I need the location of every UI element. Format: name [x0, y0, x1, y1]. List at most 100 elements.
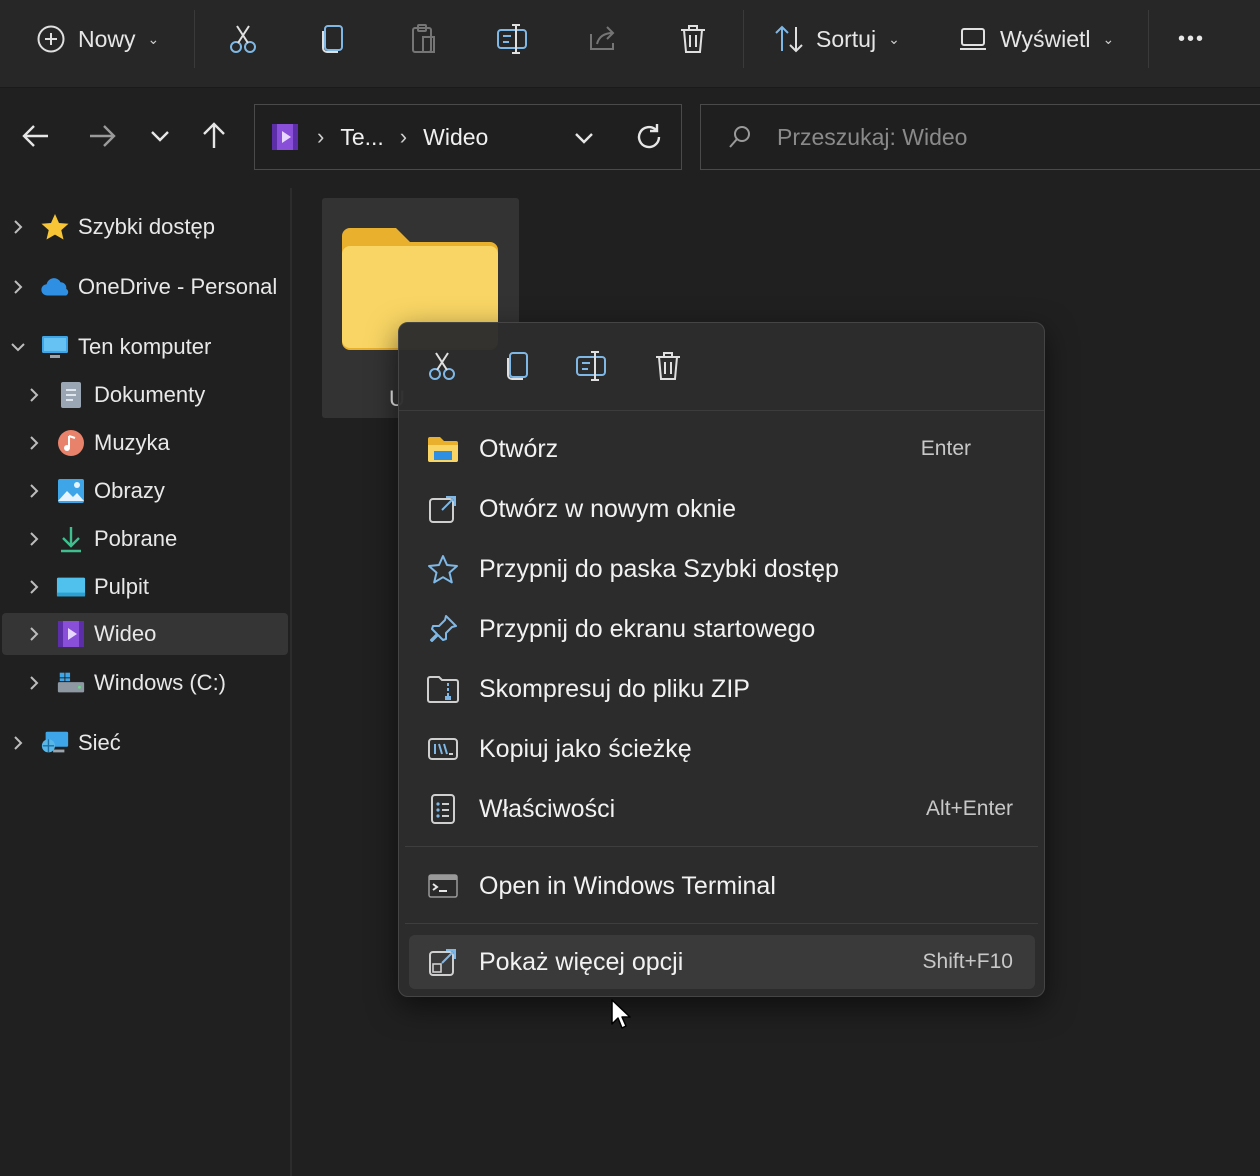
- rename-button[interactable]: [496, 14, 530, 64]
- sidebar-item-windows-c[interactable]: Windows (C:): [2, 662, 288, 704]
- star-outline-icon: [425, 551, 461, 587]
- sidebar-item-label: Pobrane: [94, 526, 178, 551]
- refresh-button[interactable]: [633, 121, 665, 153]
- context-delete-button[interactable]: [651, 349, 685, 383]
- refresh-icon: [637, 124, 661, 149]
- sidebar-item-label: Szybki dostęp: [78, 214, 215, 239]
- sidebar-item-label: Sieć: [78, 730, 121, 755]
- breadcrumb-separator: ›: [399, 124, 408, 149]
- menu-item-open-terminal[interactable]: Open in Windows Terminal: [409, 859, 1035, 913]
- search-box[interactable]: Przeszukaj: Wideo: [700, 104, 1260, 170]
- command-bar: Nowy ⌄ Sortuj ⌄ Wyświetl ⌄ •••: [0, 0, 1260, 88]
- menu-item-shortcut: Shift+F10: [922, 950, 1013, 973]
- chevron-down-icon: [575, 133, 593, 144]
- chevron-right-icon: [24, 433, 44, 453]
- menu-item-label: Skompresuj do pliku ZIP: [479, 674, 750, 703]
- menu-separator: [405, 923, 1038, 924]
- context-cut-button[interactable]: [425, 349, 459, 383]
- rename-icon: [576, 351, 606, 381]
- menu-item-open-new-window[interactable]: Otwórz w nowym oknie: [409, 482, 1035, 536]
- context-copy-button[interactable]: [501, 349, 535, 383]
- address-bar[interactable]: › Te... › Wideo: [254, 104, 682, 170]
- video-icon: [56, 619, 86, 649]
- sidebar-item-label: Pulpit: [94, 574, 150, 599]
- share-button[interactable]: [586, 14, 620, 64]
- sidebar-item-label: Ten komputer: [78, 334, 212, 359]
- search-icon: [727, 124, 753, 150]
- context-rename-button[interactable]: [575, 349, 609, 383]
- copy-path-icon: [425, 731, 461, 767]
- chevron-right-icon: [8, 277, 28, 297]
- sidebar-item-documents[interactable]: Dokumenty: [2, 374, 288, 416]
- sidebar-item-desktop[interactable]: Pulpit: [2, 566, 288, 608]
- sidebar-item-quick-access[interactable]: Szybki dostęp: [2, 206, 288, 248]
- chevron-down-icon: ⌄: [147, 30, 160, 47]
- desktop-icon: [56, 572, 86, 602]
- breadcrumb-item-this-pc[interactable]: Te...: [340, 124, 383, 151]
- chevron-down-icon: ⌄: [1102, 30, 1115, 47]
- pane-divider[interactable]: [290, 188, 292, 1176]
- menu-item-copy-path[interactable]: Kopiuj jako ścieżkę: [409, 722, 1035, 776]
- sidebar-item-label: Wideo: [94, 621, 157, 646]
- chevron-down-icon: [8, 337, 28, 357]
- sidebar-item-downloads[interactable]: Pobrane: [2, 518, 288, 560]
- network-icon: [40, 728, 70, 758]
- chevron-right-icon: [24, 481, 44, 501]
- menu-item-show-more-options[interactable]: Pokaż więcej opcji Shift+F10: [409, 935, 1035, 989]
- paste-button[interactable]: [406, 14, 440, 64]
- download-icon: [56, 524, 86, 554]
- menu-item-pin-start[interactable]: Przypnij do ekranu startowego: [409, 602, 1035, 656]
- view-button[interactable]: Wyświetl ⌄: [956, 14, 1114, 64]
- sidebar-item-pictures[interactable]: Obrazy: [2, 470, 288, 512]
- chevron-right-icon: [24, 577, 44, 597]
- zip-icon: [425, 671, 461, 707]
- pin-icon: [425, 611, 461, 647]
- menu-item-label: Otwórz w nowym oknie: [479, 494, 737, 523]
- chevron-down-icon: [151, 131, 169, 142]
- documents-icon: [56, 380, 86, 410]
- search-input[interactable]: Przeszukaj: Wideo: [777, 124, 967, 151]
- sort-button[interactable]: Sortuj ⌄: [772, 14, 900, 64]
- breadcrumb-item-wideo[interactable]: Wideo: [423, 124, 488, 151]
- scissors-icon: [429, 352, 455, 380]
- scissors-icon: [226, 22, 260, 56]
- plus-circle-icon: [34, 22, 68, 56]
- chevron-down-icon: ⌄: [888, 30, 900, 47]
- view-icon: [956, 22, 990, 56]
- menu-item-open[interactable]: Otwórz Enter: [409, 422, 1035, 476]
- video-folder-icon: [269, 121, 301, 153]
- arrow-up-icon: [203, 122, 225, 148]
- new-button[interactable]: Nowy ⌄: [34, 14, 159, 64]
- sidebar-item-label: Muzyka: [94, 430, 170, 455]
- new-label: Nowy: [78, 25, 136, 52]
- delete-button[interactable]: [676, 14, 710, 64]
- recent-locations-button[interactable]: [140, 116, 180, 156]
- drive-icon: [56, 668, 86, 698]
- more-button[interactable]: •••: [1178, 14, 1205, 64]
- back-button[interactable]: [16, 116, 56, 156]
- chevron-right-icon: [8, 733, 28, 753]
- open-new-window-icon: [425, 491, 461, 527]
- arrow-right-icon: [90, 125, 116, 147]
- sidebar-item-videos[interactable]: Wideo: [2, 613, 288, 655]
- address-history-button[interactable]: [569, 123, 599, 153]
- cut-button[interactable]: [226, 14, 260, 64]
- sidebar-item-network[interactable]: Sieć: [2, 722, 288, 764]
- forward-button[interactable]: [82, 116, 122, 156]
- sidebar-item-label: Dokumenty: [94, 382, 206, 407]
- up-button[interactable]: [194, 116, 234, 156]
- star-icon: [40, 212, 70, 242]
- menu-item-properties[interactable]: Właściwości Alt+Enter: [409, 782, 1035, 836]
- sidebar-item-onedrive[interactable]: OneDrive - Personal: [2, 266, 288, 308]
- chevron-right-icon: [8, 217, 28, 237]
- menu-item-compress-zip[interactable]: Skompresuj do pliku ZIP: [409, 662, 1035, 716]
- chevron-right-icon: [24, 529, 44, 549]
- sort-label: Sortuj: [816, 25, 877, 52]
- sidebar-item-label: OneDrive - Personal: [78, 274, 278, 299]
- menu-separator: [405, 846, 1038, 847]
- menu-item-pin-quick-access[interactable]: Przypnij do paska Szybki dostęp: [409, 542, 1035, 596]
- sidebar-item-music[interactable]: Muzyka: [2, 422, 288, 464]
- context-menu: Otwórz Enter Otwórz w nowym oknie Przypn…: [398, 322, 1045, 997]
- copy-button[interactable]: [316, 14, 350, 64]
- sidebar-item-this-pc[interactable]: Ten komputer: [2, 326, 288, 368]
